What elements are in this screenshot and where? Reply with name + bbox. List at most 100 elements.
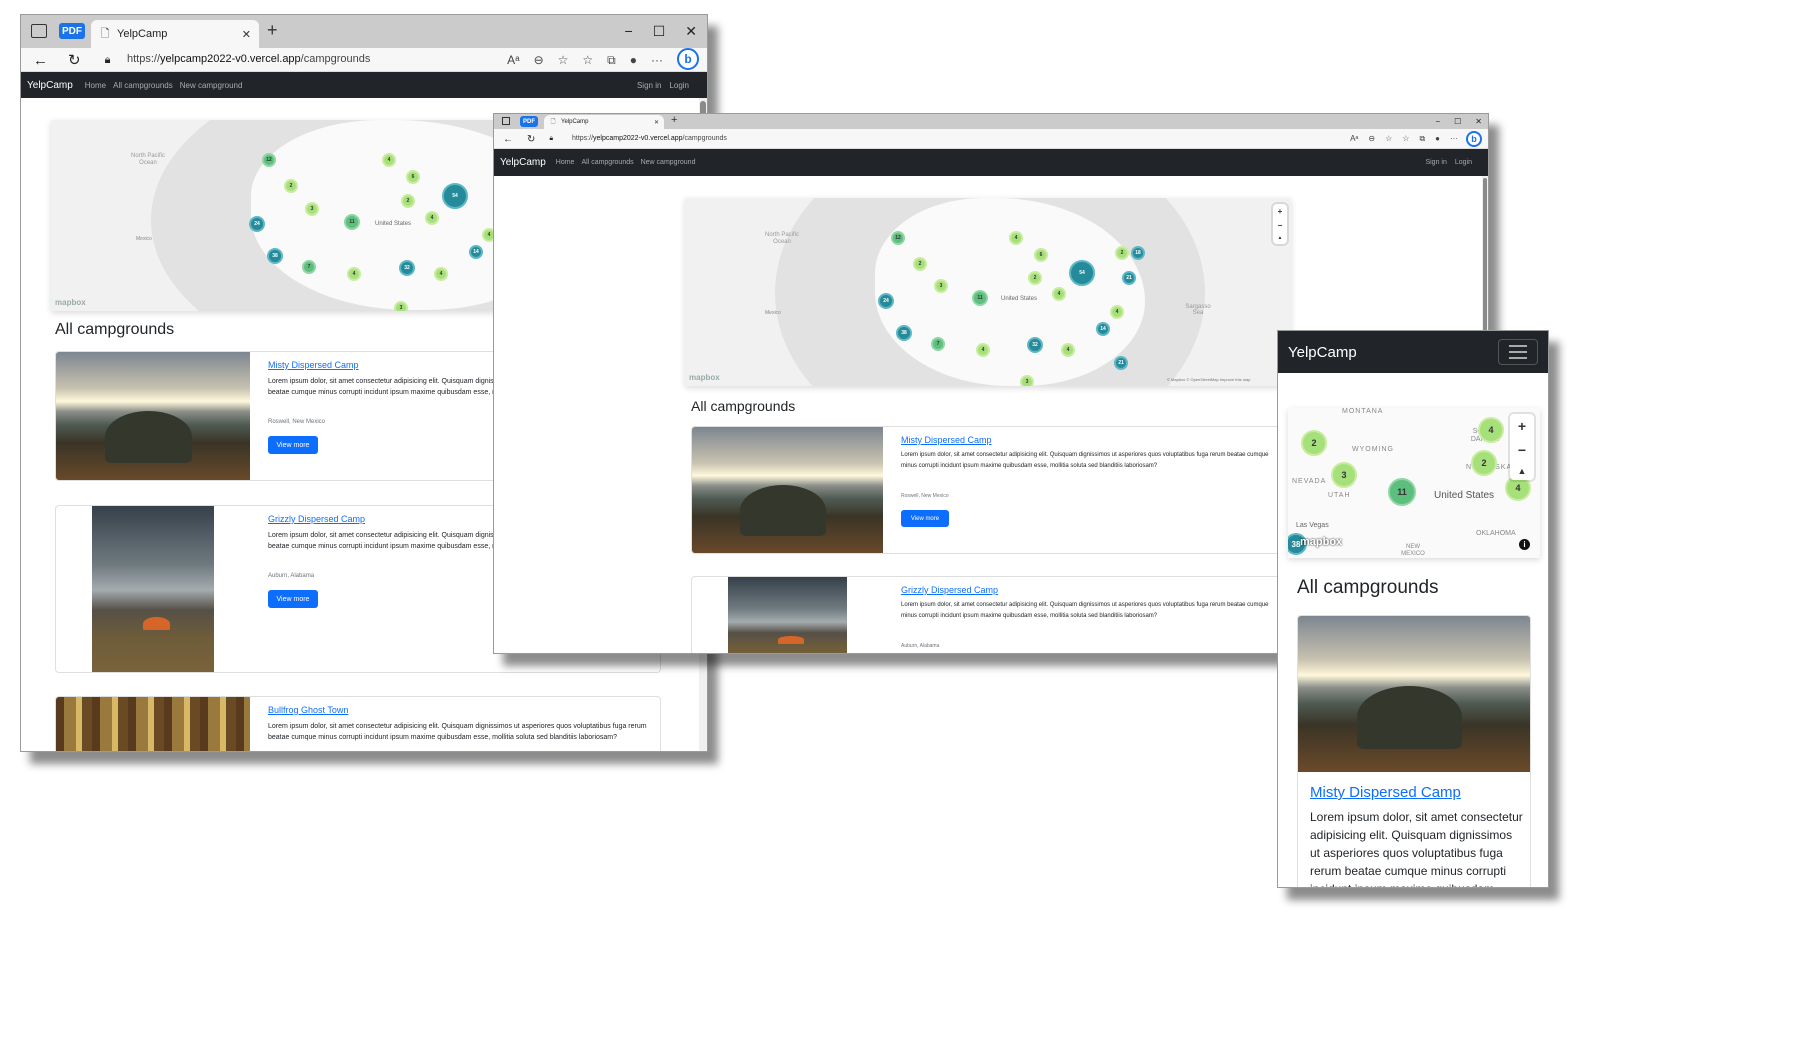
refresh-icon[interactable]: ↻ [527, 134, 535, 145]
cluster-map[interactable]: North Pacific Ocean United States Sargas… [685, 198, 1291, 386]
favorite-icon[interactable]: ☆ [558, 53, 569, 68]
navbar-brand[interactable]: YelpCamp [27, 80, 73, 91]
view-more-button[interactable]: View more [901, 510, 949, 527]
zoom-icon[interactable]: ⊖ [1368, 134, 1375, 144]
scrollbar-thumb[interactable] [1483, 178, 1487, 338]
info-icon[interactable]: i [1519, 539, 1530, 550]
map-cluster[interactable]: 12 [262, 153, 276, 167]
nav-all-campgrounds[interactable]: All campgrounds [581, 159, 633, 166]
zoom-icon[interactable]: ⊖ [534, 53, 544, 68]
campground-title-link[interactable]: Misty Dispersed Camp [1310, 784, 1461, 801]
maximize-icon[interactable]: ☐ [653, 23, 666, 40]
map-cluster[interactable]: 14 [1096, 322, 1110, 336]
browser-tab[interactable]: 🗋 YelpCamp ✕ [544, 115, 664, 129]
map-cluster[interactable]: 2 [284, 179, 298, 193]
map-cluster[interactable]: 11 [1388, 478, 1416, 506]
map-cluster[interactable]: 7 [302, 260, 316, 274]
nav-home[interactable]: Home [85, 81, 106, 90]
map-cluster[interactable]: 2 [401, 194, 415, 208]
map-cluster[interactable]: 12 [891, 231, 905, 245]
campground-title-link[interactable]: Misty Dispersed Camp [901, 435, 992, 445]
map-cluster[interactable]: 38 [267, 248, 283, 264]
pdf-badge[interactable]: PDF [59, 23, 85, 39]
profile-icon[interactable]: ● [1435, 134, 1440, 144]
map-cluster[interactable]: 4 [425, 211, 439, 225]
close-icon[interactable]: ✕ [1475, 117, 1482, 126]
zoom-in-icon[interactable]: + [1278, 207, 1283, 216]
close-icon[interactable]: ✕ [685, 23, 697, 40]
compass-icon[interactable]: ▲ [1278, 235, 1283, 241]
nav-home[interactable]: Home [556, 159, 575, 166]
read-aloud-icon[interactable]: Aᵃ [507, 53, 519, 68]
map-cluster[interactable]: 3 [1020, 375, 1034, 386]
map-cluster[interactable]: 54 [1069, 260, 1095, 286]
compass-icon[interactable]: ▲ [1518, 466, 1527, 476]
map-cluster[interactable]: 21 [1114, 356, 1128, 370]
nav-new-campground[interactable]: New campground [641, 159, 696, 166]
nav-sign-in[interactable]: Sign in [1425, 159, 1446, 166]
back-icon[interactable]: ← [33, 52, 48, 69]
nav-sign-in[interactable]: Sign in [637, 81, 661, 90]
map-cluster[interactable]: 32 [1027, 337, 1043, 353]
map-cluster[interactable]: 11 [972, 290, 988, 306]
map-cluster[interactable]: 4 [1061, 343, 1075, 357]
more-icon[interactable]: ··· [1450, 134, 1458, 144]
nav-all-campgrounds[interactable]: All campgrounds [113, 81, 173, 90]
minimize-icon[interactable]: − [625, 23, 633, 39]
collections-icon[interactable]: ⧉ [1419, 134, 1425, 144]
campground-title-link[interactable]: Grizzly Dispersed Camp [268, 514, 365, 524]
sidebar-toggle-icon[interactable] [31, 24, 47, 38]
close-icon[interactable]: ✕ [654, 119, 659, 126]
map-zoom-controls[interactable]: + − ▲ [1510, 414, 1534, 480]
zoom-out-icon[interactable]: − [1518, 442, 1526, 458]
map-cluster[interactable]: 7 [931, 337, 945, 351]
map-attribution[interactable]: © Mapbox © OpenStreetMap Improve this ma… [1167, 377, 1251, 382]
map-cluster[interactable]: 4 [434, 267, 448, 281]
map-cluster[interactable]: 4 [1052, 287, 1066, 301]
maximize-icon[interactable]: ☐ [1454, 117, 1461, 126]
map-cluster[interactable]: 54 [442, 183, 468, 209]
navbar-brand[interactable]: YelpCamp [500, 157, 546, 168]
bing-icon[interactable]: b [1466, 131, 1482, 147]
map-cluster[interactable]: 3 [394, 301, 408, 311]
map-cluster[interactable]: 4 [347, 267, 361, 281]
map-cluster[interactable]: 21 [1122, 271, 1136, 285]
minimize-icon[interactable]: − [1435, 117, 1440, 126]
map-zoom-controls[interactable]: + − ▲ [1273, 204, 1287, 244]
view-more-button[interactable]: View more [268, 436, 318, 454]
zoom-in-icon[interactable]: + [1518, 418, 1526, 434]
nav-login[interactable]: Login [669, 81, 689, 90]
campground-title-link[interactable]: Bullfrog Ghost Town [268, 705, 348, 715]
bing-icon[interactable]: b [677, 48, 699, 70]
map-cluster[interactable]: 4 [1478, 417, 1504, 443]
map-cluster[interactable]: 11 [344, 214, 360, 230]
new-tab-icon[interactable]: + [267, 20, 278, 41]
read-aloud-icon[interactable]: Aᵃ [1350, 134, 1358, 144]
cluster-map[interactable]: MONTANA WYOMING SOUTH DAKOTA NEBRASKA NE… [1288, 408, 1540, 558]
favorites-icon[interactable]: ☆ [1402, 134, 1409, 144]
collections-icon[interactable]: ⧉ [607, 53, 616, 68]
browser-tab[interactable]: 🗋 YelpCamp ✕ [91, 20, 259, 48]
view-more-button[interactable]: View more [268, 590, 318, 608]
map-cluster[interactable]: 14 [469, 245, 483, 259]
map-cluster[interactable]: 2 [1028, 271, 1042, 285]
sidebar-toggle-icon[interactable] [502, 117, 510, 125]
back-icon[interactable]: ← [503, 134, 513, 145]
map-cluster[interactable]: 32 [399, 260, 415, 276]
url-field[interactable]: https://yelpcamp2022-v0.vercel.app/campg… [127, 53, 370, 65]
nav-login[interactable]: Login [1455, 159, 1472, 166]
map-cluster[interactable]: 4 [1009, 231, 1023, 245]
map-cluster[interactable]: 2 [1115, 246, 1129, 260]
url-field[interactable]: https://yelpcamp2022-v0.vercel.app/campg… [572, 135, 727, 142]
zoom-out-icon[interactable]: − [1278, 221, 1283, 230]
map-cluster[interactable]: 24 [249, 216, 265, 232]
profile-icon[interactable]: ● [630, 53, 637, 68]
pdf-badge[interactable]: PDF [520, 116, 538, 127]
campground-title-link[interactable]: Grizzly Dispersed Camp [901, 585, 998, 595]
new-tab-icon[interactable]: + [671, 114, 677, 126]
favorite-icon[interactable]: ☆ [1385, 134, 1392, 144]
favorites-icon[interactable]: ☆ [582, 53, 593, 68]
map-cluster[interactable]: 4 [1110, 305, 1124, 319]
navbar-brand[interactable]: YelpCamp [1288, 344, 1357, 361]
map-cluster[interactable]: 2 [1301, 430, 1327, 456]
